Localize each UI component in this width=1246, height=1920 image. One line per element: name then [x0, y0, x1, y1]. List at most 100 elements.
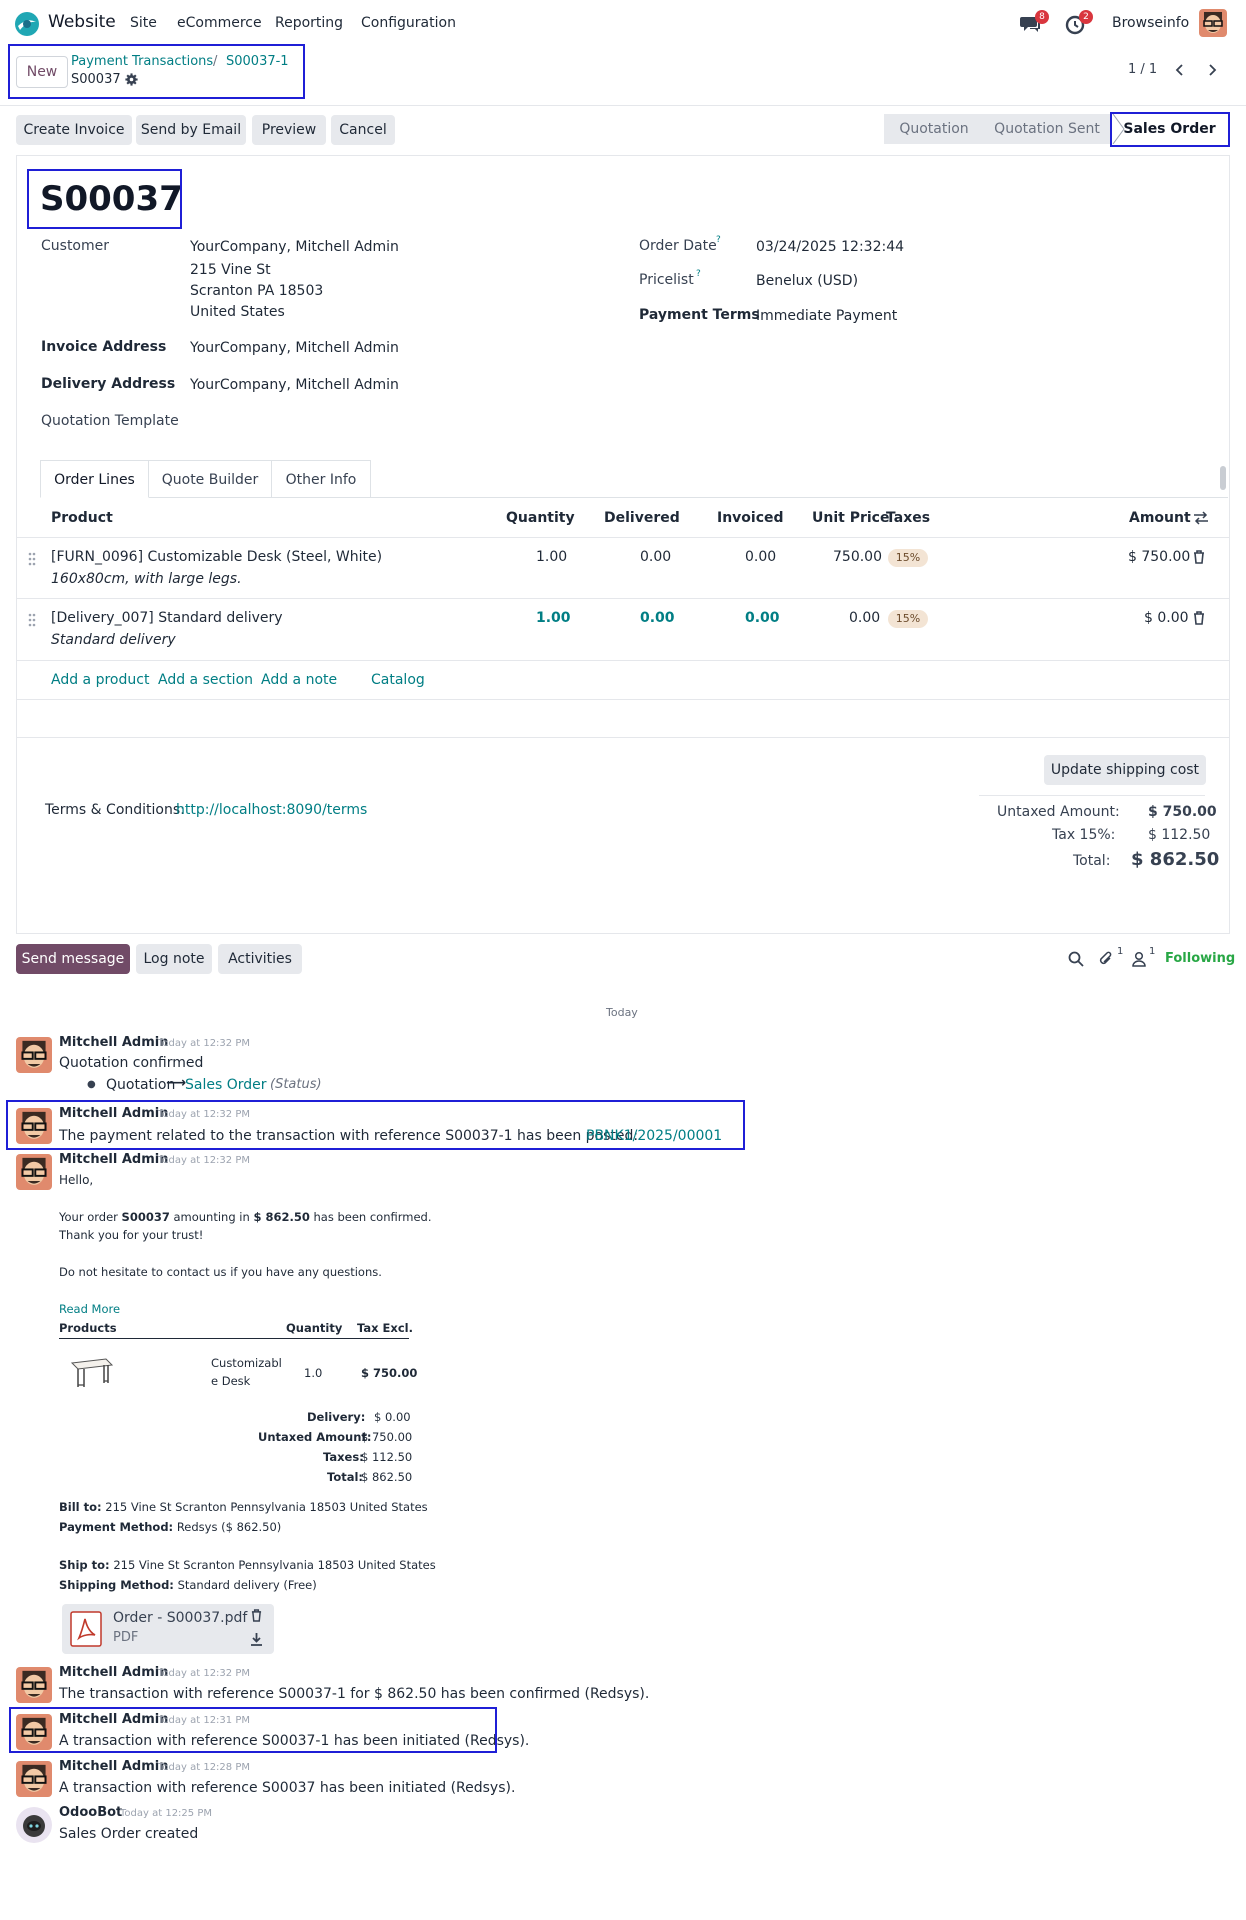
email-col-tax: Tax Excl. — [357, 1321, 413, 1335]
payment-terms-value[interactable]: Immediate Payment — [756, 308, 897, 324]
download-icon[interactable] — [250, 1632, 263, 1646]
col-product[interactable]: Product — [51, 510, 113, 526]
gear-icon[interactable] — [125, 73, 138, 86]
line-unit-price[interactable]: 0.00 — [849, 610, 880, 626]
tab-quote-builder[interactable]: Quote Builder — [149, 460, 272, 498]
add-section-link[interactable]: Add a section — [158, 672, 253, 688]
pager-value[interactable]: 1 / 1 — [1128, 62, 1157, 77]
pricelist-help-icon[interactable]: ? — [696, 269, 701, 279]
catalog-link[interactable]: Catalog — [371, 672, 425, 688]
send-message-button[interactable]: Send message — [16, 944, 130, 974]
drag-handle-icon[interactable] — [28, 552, 36, 566]
author-avatar[interactable] — [16, 1761, 52, 1797]
col-quantity[interactable]: Quantity — [506, 510, 575, 526]
line-tax-badge[interactable]: 15% — [888, 549, 928, 567]
tab-other-info[interactable]: Other Info — [272, 460, 371, 498]
drag-handle-icon[interactable] — [28, 613, 36, 627]
message-author[interactable]: Mitchell Admin — [59, 1106, 168, 1121]
message-author[interactable]: OdooBot — [59, 1805, 122, 1820]
line-invoiced: 0.00 — [745, 610, 780, 626]
email-thanks: Thank you for your trust! — [59, 1228, 204, 1242]
message-body: A transaction with reference S00037-1 ha… — [59, 1733, 530, 1749]
message-author[interactable]: Mitchell Admin — [59, 1035, 168, 1050]
following-button[interactable]: Following — [1165, 951, 1235, 966]
message-body: The transaction with reference S00037-1 … — [59, 1686, 650, 1702]
col-taxes[interactable]: Taxes — [886, 510, 930, 526]
col-invoiced[interactable]: Invoiced — [717, 510, 784, 526]
line-quantity[interactable]: 1.00 — [536, 610, 571, 626]
odoobot-avatar[interactable] — [16, 1807, 52, 1843]
breadcrumb-parent[interactable]: Payment Transactions — [71, 54, 213, 69]
chevron-left-icon[interactable] — [1173, 63, 1187, 77]
attachment-delete-icon[interactable] — [251, 1609, 262, 1622]
create-invoice-button[interactable]: Create Invoice — [16, 115, 132, 145]
author-avatar[interactable] — [16, 1667, 52, 1703]
optional-columns-icon[interactable] — [1193, 511, 1209, 525]
app-name[interactable]: Website — [48, 12, 116, 32]
invoice-address-value[interactable]: YourCompany, Mitchell Admin — [190, 340, 399, 356]
menu-configuration[interactable]: Configuration — [361, 15, 456, 31]
author-avatar[interactable] — [16, 1037, 52, 1073]
author-avatar[interactable] — [16, 1154, 52, 1190]
line-delivered: 0.00 — [640, 610, 675, 626]
email-total-value: $ 862.50 — [361, 1470, 413, 1484]
message-time: Today at 12:32 PM — [158, 1668, 250, 1679]
pricelist-value[interactable]: Benelux (USD) — [756, 273, 858, 289]
preview-button[interactable]: Preview — [252, 115, 326, 145]
tab-order-lines[interactable]: Order Lines — [40, 460, 149, 498]
order-date-value[interactable]: 03/24/2025 12:32:44 — [756, 239, 904, 255]
activities-button[interactable]: Activities — [218, 944, 302, 974]
line-unit-price[interactable]: 750.00 — [833, 549, 882, 565]
update-shipping-button[interactable]: Update shipping cost — [1044, 755, 1206, 785]
app-logo-icon[interactable] — [14, 11, 40, 37]
line-quantity[interactable]: 1.00 — [536, 549, 567, 565]
line-tax-badge[interactable]: 15% — [888, 610, 928, 628]
col-unit-price[interactable]: Unit Price — [812, 510, 889, 526]
order-date-help-icon[interactable]: ? — [716, 235, 721, 245]
status-sales-order[interactable]: Sales Order — [1113, 114, 1226, 144]
add-product-link[interactable]: Add a product — [51, 672, 149, 688]
line-product[interactable]: [Delivery_007] Standard delivery — [51, 610, 283, 626]
message-author[interactable]: Mitchell Admin — [59, 1665, 168, 1680]
company-switcher[interactable]: Browseinfo — [1112, 15, 1189, 31]
attachment-name[interactable]: Order - S00037.pdf — [113, 1610, 247, 1626]
delivery-address-value[interactable]: YourCompany, Mitchell Admin — [190, 377, 399, 393]
search-icon[interactable] — [1068, 951, 1084, 967]
message-author[interactable]: Mitchell Admin — [59, 1712, 168, 1727]
row-divider — [16, 598, 1229, 599]
breadcrumb-current[interactable]: S00037-1 — [226, 54, 289, 69]
menu-ecommerce[interactable]: eCommerce — [177, 15, 262, 31]
menu-site[interactable]: Site — [130, 15, 157, 31]
new-button[interactable]: New — [16, 56, 68, 88]
send-by-email-button[interactable]: Send by Email — [136, 115, 246, 145]
author-avatar[interactable] — [16, 1714, 52, 1750]
terms-link[interactable]: http://localhost:8090/terms — [176, 802, 367, 818]
author-avatar[interactable] — [16, 1108, 52, 1144]
customer-link[interactable]: YourCompany, Mitchell Admin — [190, 239, 399, 255]
message-author[interactable]: Mitchell Admin — [59, 1759, 168, 1774]
line-product[interactable]: [FURN_0096] Customizable Desk (Steel, Wh… — [51, 549, 382, 565]
trash-icon[interactable] — [1193, 550, 1205, 564]
message-author[interactable]: Mitchell Admin — [59, 1152, 168, 1167]
log-note-button[interactable]: Log note — [136, 944, 212, 974]
menu-reporting[interactable]: Reporting — [275, 15, 343, 31]
read-more-link[interactable]: Read More — [59, 1302, 120, 1316]
scrollbar-handle[interactable] — [1220, 466, 1226, 490]
email-col-products: Products — [59, 1321, 117, 1335]
chevron-right-icon[interactable] — [1205, 63, 1219, 77]
day-separator: Today — [606, 1006, 638, 1019]
status-quotation-sent[interactable]: Quotation Sent — [984, 114, 1110, 144]
status-quotation[interactable]: Quotation — [884, 114, 984, 144]
paperclip-icon[interactable] — [1098, 951, 1114, 967]
email-text: has been confirmed. — [313, 1210, 432, 1224]
col-delivered[interactable]: Delivered — [604, 510, 680, 526]
followers-icon[interactable] — [1132, 951, 1146, 967]
message-time: Today at 12:31 PM — [158, 1715, 250, 1726]
user-avatar[interactable] — [1199, 9, 1227, 37]
email-bill-to: Bill to: 215 Vine St Scranton Pennsylvan… — [59, 1500, 428, 1514]
col-amount[interactable]: Amount — [1129, 510, 1191, 526]
add-note-link[interactable]: Add a note — [261, 672, 337, 688]
cancel-button[interactable]: Cancel — [331, 115, 395, 145]
payment-link[interactable]: PBNK1/2025/00001 — [586, 1128, 722, 1144]
trash-icon[interactable] — [1193, 611, 1205, 625]
